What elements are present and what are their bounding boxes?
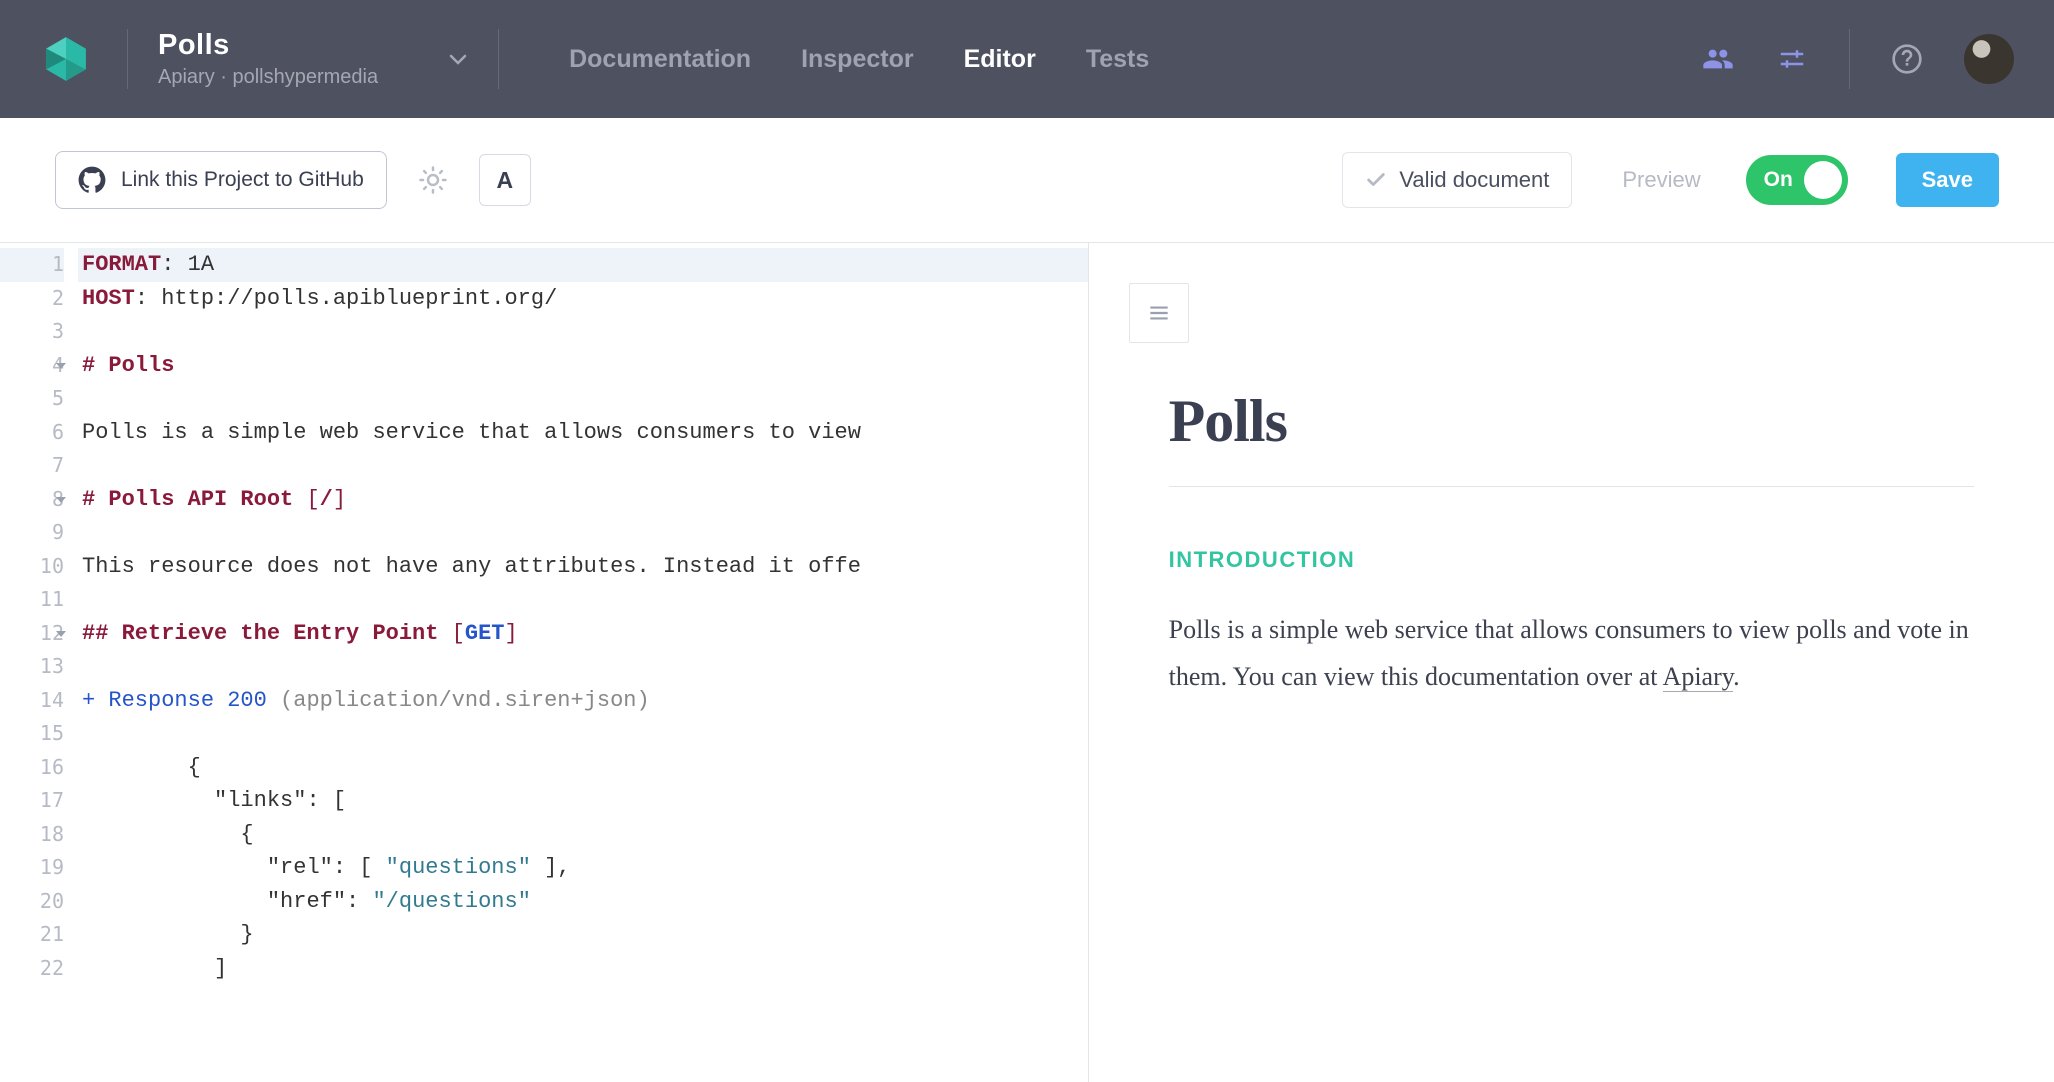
preview-label: Preview: [1622, 167, 1700, 193]
code-line[interactable]: ]: [78, 952, 1088, 986]
code-line[interactable]: {: [78, 818, 1088, 852]
link-github-button[interactable]: Link this Project to GitHub: [55, 151, 387, 209]
header-iconbar: [1701, 29, 2014, 89]
gutter-line: 22: [0, 952, 64, 986]
toggle-knob: [1804, 161, 1842, 199]
gutter-line: 16: [0, 751, 64, 785]
preview-toggle[interactable]: On: [1746, 155, 1848, 205]
gutter-line: 21: [0, 918, 64, 952]
link-github-label: Link this Project to GitHub: [121, 168, 364, 192]
preview-body: Polls INTRODUCTION Polls is a simple web…: [1089, 343, 2054, 701]
logo-wrap: [40, 29, 128, 89]
editor-code[interactable]: FORMAT: 1AHOST: http://polls.apiblueprin…: [78, 243, 1088, 1082]
preview-section-label: INTRODUCTION: [1169, 547, 1974, 573]
editor-gutter: 12345678910111213141516171819202122: [0, 243, 78, 1082]
gutter-line: 18: [0, 818, 64, 852]
code-line[interactable]: {: [78, 751, 1088, 785]
menu-icon: [1146, 300, 1172, 326]
settings-button[interactable]: [1775, 42, 1809, 76]
gutter-line: 10: [0, 550, 64, 584]
preview-description: Polls is a simple web service that allow…: [1169, 607, 1974, 701]
nav-item-tests[interactable]: Tests: [1086, 45, 1149, 74]
save-button-label: Save: [1922, 167, 1973, 192]
code-line[interactable]: [78, 382, 1088, 416]
preview-pane: Polls INTRODUCTION Polls is a simple web…: [1089, 243, 2054, 1082]
code-line[interactable]: ## Retrieve the Entry Point [GET]: [78, 617, 1088, 651]
gutter-line: 7: [0, 449, 64, 483]
check-icon: [1365, 169, 1387, 191]
code-line[interactable]: [78, 650, 1088, 684]
gutter-line: 11: [0, 583, 64, 617]
gutter-line: 1: [0, 248, 64, 282]
preview-menu-button[interactable]: [1129, 283, 1189, 343]
gutter-line: 2: [0, 282, 64, 316]
gutter-line: 8: [0, 483, 64, 517]
project-title-block[interactable]: Polls Apiary · pollshypermedia: [158, 29, 418, 89]
project-title: Polls: [158, 29, 378, 62]
gutter-line: 20: [0, 885, 64, 919]
gutter-line: 15: [0, 717, 64, 751]
validation-status[interactable]: Valid document: [1342, 152, 1572, 208]
code-line[interactable]: [78, 583, 1088, 617]
toggle-label: On: [1764, 168, 1793, 192]
gutter-line: 14: [0, 684, 64, 718]
code-line[interactable]: "links": [: [78, 784, 1088, 818]
main-split: 12345678910111213141516171819202122 FORM…: [0, 243, 2054, 1082]
code-line[interactable]: [78, 449, 1088, 483]
nav-item-inspector[interactable]: Inspector: [801, 45, 914, 74]
theme-button[interactable]: [407, 154, 459, 206]
code-line[interactable]: FORMAT: 1A: [78, 248, 1088, 282]
code-line[interactable]: # Polls: [78, 349, 1088, 383]
sliders-icon: [1777, 44, 1807, 74]
nav-item-documentation[interactable]: Documentation: [569, 45, 751, 74]
code-line[interactable]: "rel": [ "questions" ],: [78, 851, 1088, 885]
code-line[interactable]: # Polls API Root [/]: [78, 483, 1088, 517]
fold-icon[interactable]: [56, 497, 66, 503]
gutter-line: 19: [0, 851, 64, 885]
sun-icon: [418, 165, 448, 195]
validation-label: Valid document: [1399, 167, 1549, 193]
editor-toolbar: Link this Project to GitHub A Valid docu…: [0, 118, 2054, 243]
fold-icon[interactable]: [56, 363, 66, 369]
app-header: Polls Apiary · pollshypermedia Documenta…: [0, 0, 2054, 118]
gutter-line: 17: [0, 784, 64, 818]
people-icon: [1702, 43, 1734, 75]
help-icon: [1891, 43, 1923, 75]
save-button[interactable]: Save: [1896, 153, 1999, 207]
code-line[interactable]: }: [78, 918, 1088, 952]
code-line[interactable]: This resource does not have any attribut…: [78, 550, 1088, 584]
code-editor[interactable]: 12345678910111213141516171819202122 FORM…: [0, 243, 1089, 1082]
separator: [1849, 29, 1850, 89]
team-button[interactable]: [1701, 42, 1735, 76]
code-line[interactable]: "href": "/questions": [78, 885, 1088, 919]
code-line[interactable]: Polls is a simple web service that allow…: [78, 416, 1088, 450]
top-nav: Documentation Inspector Editor Tests: [529, 45, 1149, 74]
gutter-line: 3: [0, 315, 64, 349]
code-line[interactable]: [78, 315, 1088, 349]
preview-title: Polls: [1169, 387, 1974, 487]
gutter-line: 4: [0, 349, 64, 383]
chevron-down-icon: [448, 49, 468, 69]
help-button[interactable]: [1890, 42, 1924, 76]
nav-item-editor[interactable]: Editor: [964, 45, 1036, 74]
gutter-line: 6: [0, 416, 64, 450]
format-button-label: A: [496, 167, 513, 194]
gutter-line: 5: [0, 382, 64, 416]
user-avatar[interactable]: [1964, 34, 2014, 84]
code-line[interactable]: [78, 717, 1088, 751]
project-dropdown[interactable]: [448, 29, 499, 89]
project-subtitle: Apiary · pollshypermedia: [158, 66, 378, 89]
format-button[interactable]: A: [479, 154, 531, 206]
github-icon: [78, 166, 106, 194]
fold-icon[interactable]: [56, 631, 66, 637]
gutter-line: 12: [0, 617, 64, 651]
gutter-line: 13: [0, 650, 64, 684]
code-line[interactable]: + Response 200 (application/vnd.siren+js…: [78, 684, 1088, 718]
apiary-logo[interactable]: [40, 33, 92, 85]
code-line[interactable]: [78, 516, 1088, 550]
code-line[interactable]: HOST: http://polls.apiblueprint.org/: [78, 282, 1088, 316]
gutter-line: 9: [0, 516, 64, 550]
